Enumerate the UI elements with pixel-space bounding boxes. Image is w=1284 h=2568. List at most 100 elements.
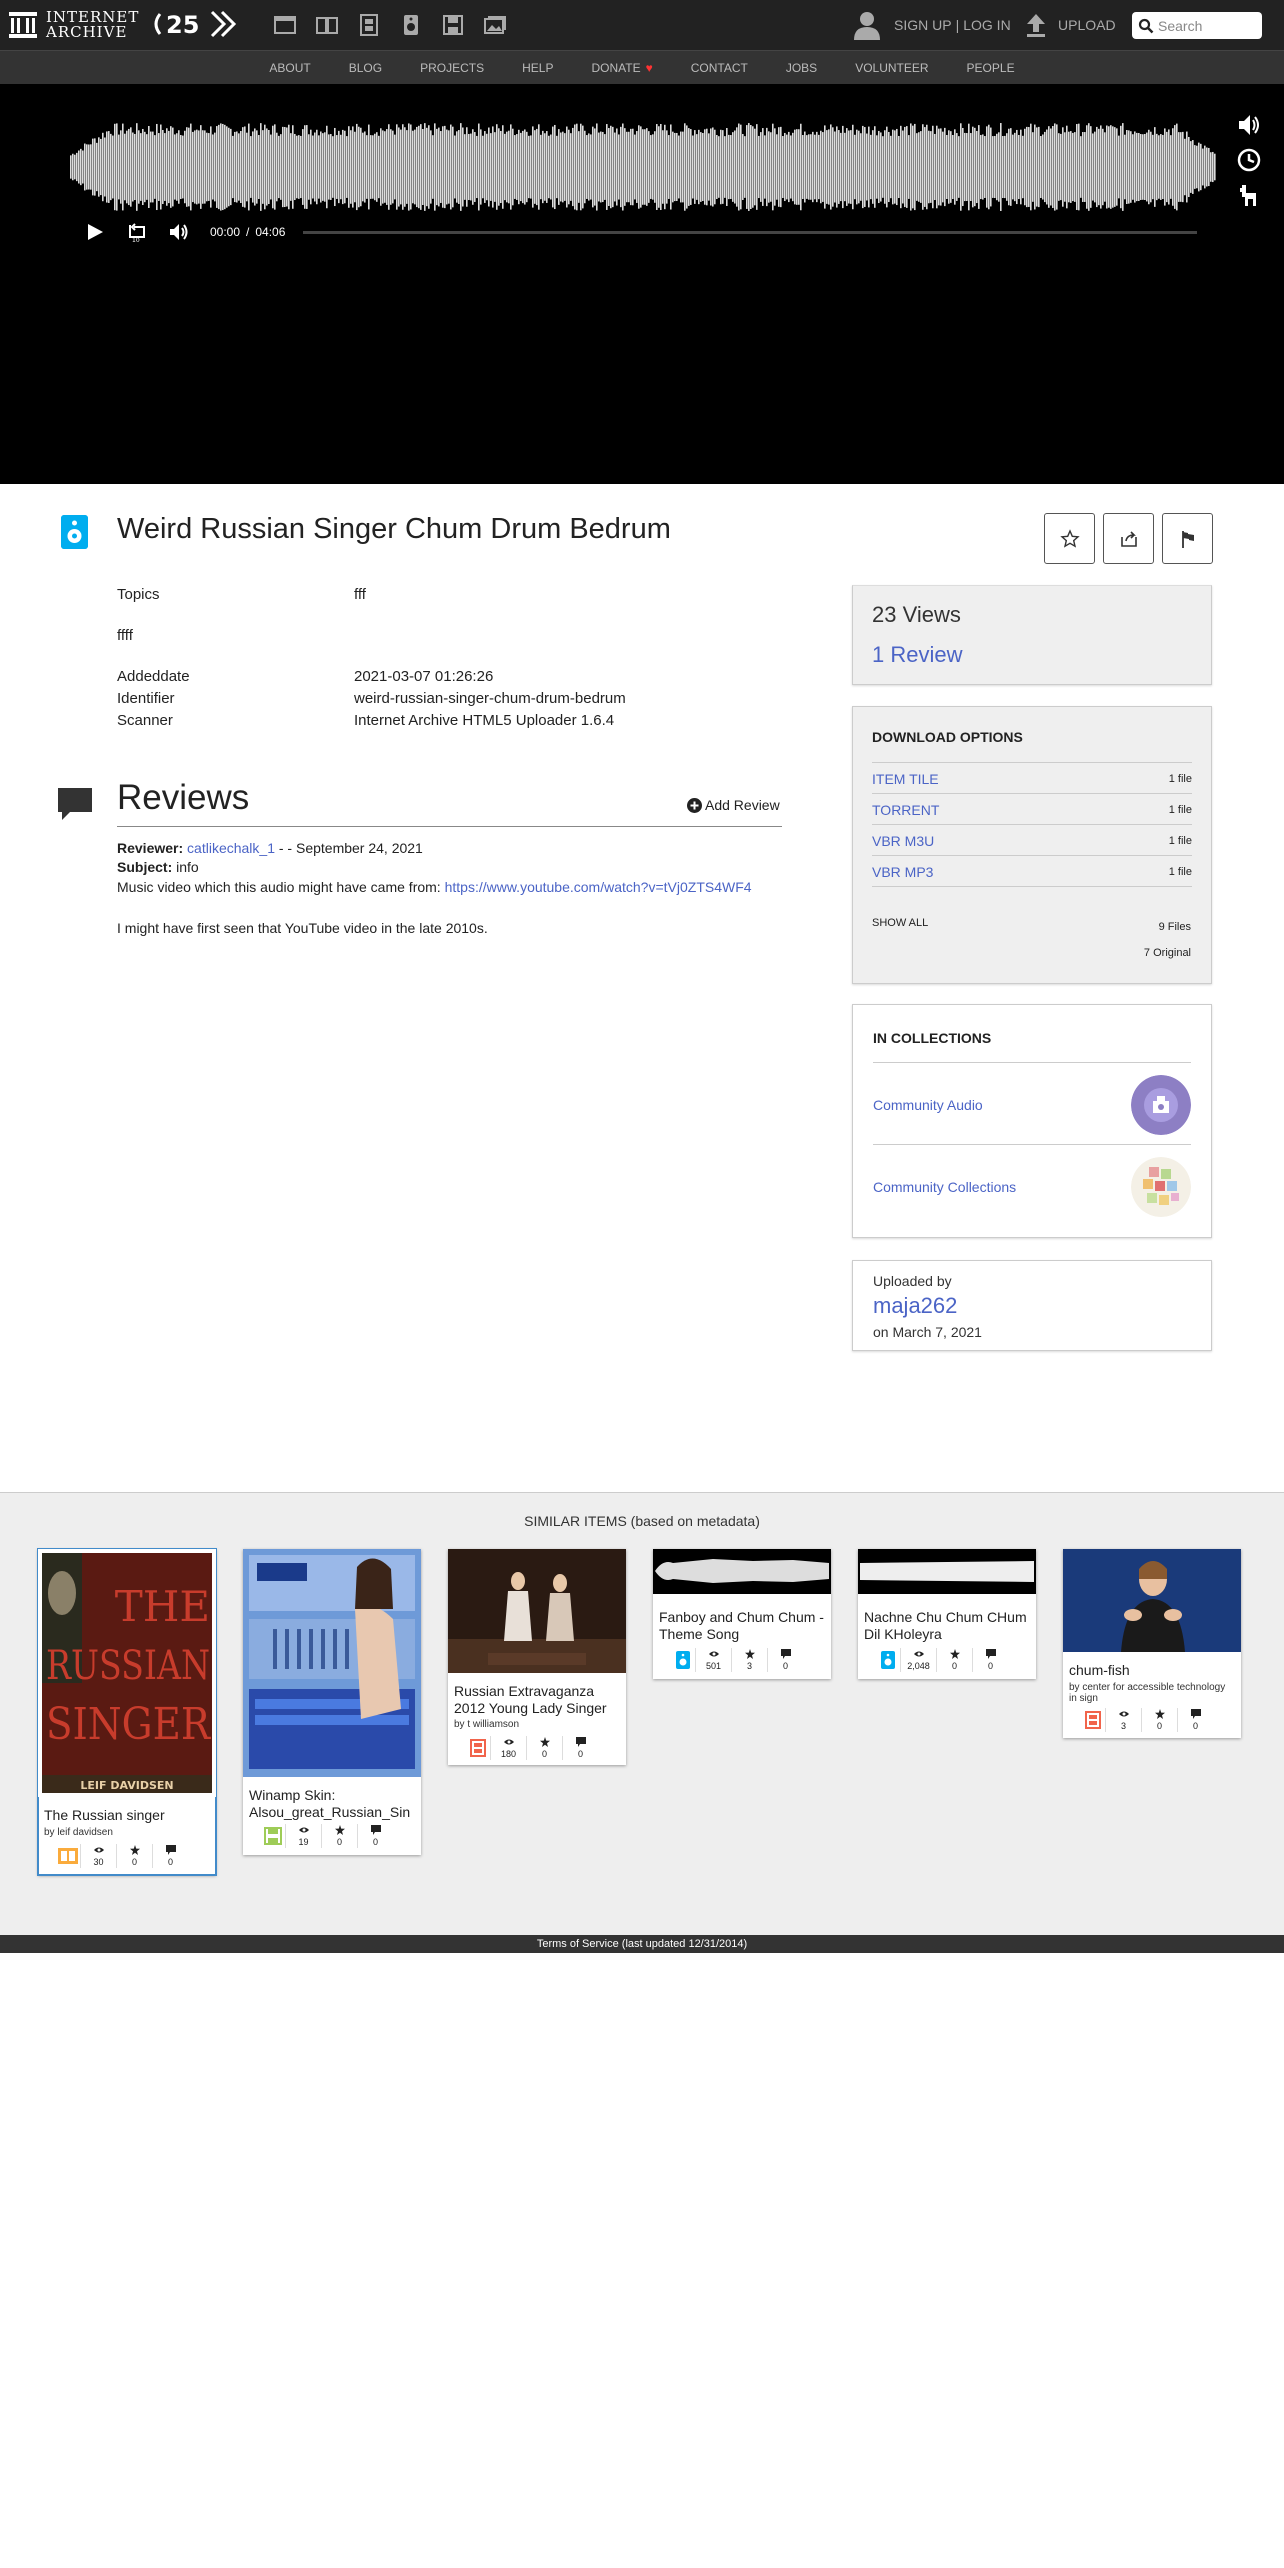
waveform-bar: [372, 135, 374, 199]
waveform-bar: [350, 130, 352, 204]
collection-item[interactable]: Community Audio: [873, 1063, 1191, 1143]
waveform-bar: [284, 126, 286, 208]
waveform-bar: [618, 134, 620, 200]
waveform-thumbnail[interactable]: [858, 1549, 1036, 1594]
tile-title[interactable]: Fanboy and Chum Chum - Theme Song: [659, 1609, 825, 1643]
progress-bar[interactable]: [303, 231, 1197, 234]
audio-icon[interactable]: [399, 13, 423, 37]
eye-icon: [503, 1739, 514, 1745]
similar-item-tile[interactable]: Fanboy and Chum Chum - Theme Song 501 3 …: [653, 1549, 831, 1679]
similar-item-tile[interactable]: THE RUSSIAN SINGER LEIF DAVIDSEN The Rus…: [37, 1548, 217, 1876]
waveform-bar: [762, 128, 764, 206]
similar-item-tile[interactable]: chum-fish by center for accessible techn…: [1063, 1549, 1241, 1738]
search-input[interactable]: [1158, 15, 1254, 36]
texts-icon[interactable]: [315, 13, 339, 37]
waveform-bar: [976, 130, 978, 204]
youtube-link[interactable]: https://www.youtube.com/watch?v=tVj0ZTS4…: [445, 879, 752, 895]
collection-link[interactable]: Community Audio: [873, 1097, 983, 1113]
download-format-link[interactable]: TORRENT: [872, 802, 939, 818]
tile-title[interactable]: The Russian singer: [44, 1807, 210, 1824]
waveform-bar: [396, 124, 398, 210]
reviewer-link[interactable]: catlikechalk_1: [187, 840, 275, 856]
upload-icon: [1027, 14, 1045, 37]
video-still-thumbnail[interactable]: [448, 1549, 626, 1673]
waveform-thumbnail[interactable]: [653, 1549, 831, 1594]
waveform-bar: [132, 132, 134, 202]
meta-value-topics-link[interactable]: fff: [354, 586, 366, 603]
svg-text:25: 25: [166, 11, 199, 39]
tile-title[interactable]: Russian Extravaganza 2012 Young Lady Sin…: [454, 1683, 620, 1717]
tile-title[interactable]: Nachne Chu Chum CHum Dil KHoleyra: [864, 1609, 1030, 1643]
waveform-bar: [698, 129, 700, 205]
collection-item[interactable]: Community Collections: [873, 1144, 1191, 1224]
download-format-link[interactable]: ITEM TILE: [872, 771, 939, 787]
waveform-bar: [296, 135, 298, 199]
flag-button[interactable]: [1162, 513, 1213, 564]
waveform-bar: [178, 130, 180, 204]
nav-blog[interactable]: BLOG: [349, 61, 382, 75]
internet-archive-logo[interactable]: INTERNET ARCHIVE: [8, 8, 139, 42]
waveform-bar: [488, 127, 490, 207]
nav-help[interactable]: HELP: [522, 61, 553, 75]
book-cover-thumbnail[interactable]: THE RUSSIAN SINGER LEIF DAVIDSEN: [38, 1549, 216, 1797]
favorite-button[interactable]: [1044, 513, 1095, 564]
nav-volunteer[interactable]: VOLUNTEER: [855, 61, 928, 75]
community-audio-image[interactable]: [1131, 1075, 1191, 1135]
tile-title[interactable]: Winamp Skin: Alsou_great_Russian_Sin: [249, 1787, 415, 1821]
reviews-count-link[interactable]: 1 Review: [872, 642, 962, 668]
waveform-bar: [1190, 141, 1192, 193]
waveform-bar: [1102, 128, 1104, 206]
history-icon[interactable]: [1236, 147, 1262, 173]
waveform-bar: [604, 134, 606, 200]
user-icon[interactable]: [852, 10, 882, 40]
rewind-10-icon[interactable]: 10: [126, 221, 148, 243]
show-all-link[interactable]: SHOW ALL: [872, 917, 928, 929]
play-icon[interactable]: [84, 221, 106, 243]
nav-jobs[interactable]: JOBS: [786, 61, 817, 75]
nav-people[interactable]: PEOPLE: [967, 61, 1015, 75]
terms-of-service-link[interactable]: Terms of Service (last updated 12/31/201…: [537, 1938, 747, 1950]
nav-donate[interactable]: DONATE ♥: [591, 61, 652, 75]
comment-icon: [370, 1825, 381, 1835]
web-icon[interactable]: [273, 13, 297, 37]
svg-text:RUSSIAN: RUSSIAN: [46, 1643, 210, 1689]
share-button[interactable]: [1103, 513, 1154, 564]
community-collections-image[interactable]: [1131, 1157, 1191, 1217]
video-still-thumbnail[interactable]: [1063, 1549, 1241, 1652]
waveform-bar: [206, 132, 208, 202]
25th-anniversary-icon[interactable]: 25: [150, 8, 246, 40]
nav-contact[interactable]: CONTACT: [691, 61, 748, 75]
similar-item-tile[interactable]: Russian Extravaganza 2012 Young Lady Sin…: [448, 1549, 626, 1765]
waveform[interactable]: [70, 112, 1216, 222]
waveform-bar: [902, 130, 904, 204]
add-review-button[interactable]: Add Review: [687, 797, 780, 813]
waveform-bar: [236, 131, 238, 203]
similar-item-tile[interactable]: Nachne Chu Chum CHum Dil KHoleyra 2,048 …: [858, 1549, 1036, 1679]
volume-icon[interactable]: [168, 221, 190, 243]
audio-view-icon[interactable]: [1236, 112, 1262, 138]
waveform-bar: [252, 131, 254, 203]
software-icon[interactable]: [441, 13, 465, 37]
similar-item-tile[interactable]: Winamp Skin: Alsou_great_Russian_Sin 19 …: [243, 1549, 421, 1855]
upload-button[interactable]: UPLOAD: [1024, 12, 1116, 38]
tile-title[interactable]: chum-fish: [1069, 1662, 1235, 1679]
search-icon[interactable]: [1138, 18, 1154, 34]
llama-icon[interactable]: [1236, 182, 1262, 208]
review-body-prefix: Music video which this audio might have …: [117, 879, 441, 895]
waveform-bar: [964, 132, 966, 202]
sign-up-link[interactable]: SIGN UP: [894, 17, 952, 33]
audio-type-icon: [671, 1648, 695, 1672]
log-in-link[interactable]: LOG IN: [963, 17, 1010, 33]
nav-projects[interactable]: PROJECTS: [420, 61, 484, 75]
images-icon[interactable]: [483, 13, 507, 37]
download-format-link[interactable]: VBR MP3: [872, 864, 933, 880]
waveform-bar: [316, 129, 318, 205]
waveform-bar: [1178, 132, 1180, 202]
collection-link[interactable]: Community Collections: [873, 1179, 1016, 1195]
winamp-skin-thumbnail[interactable]: [243, 1549, 421, 1777]
nav-about[interactable]: ABOUT: [269, 61, 310, 75]
waveform-bar: [658, 126, 660, 208]
video-icon[interactable]: [357, 13, 381, 37]
download-format-link[interactable]: VBR M3U: [872, 833, 934, 849]
uploader-link[interactable]: maja262: [873, 1293, 957, 1319]
